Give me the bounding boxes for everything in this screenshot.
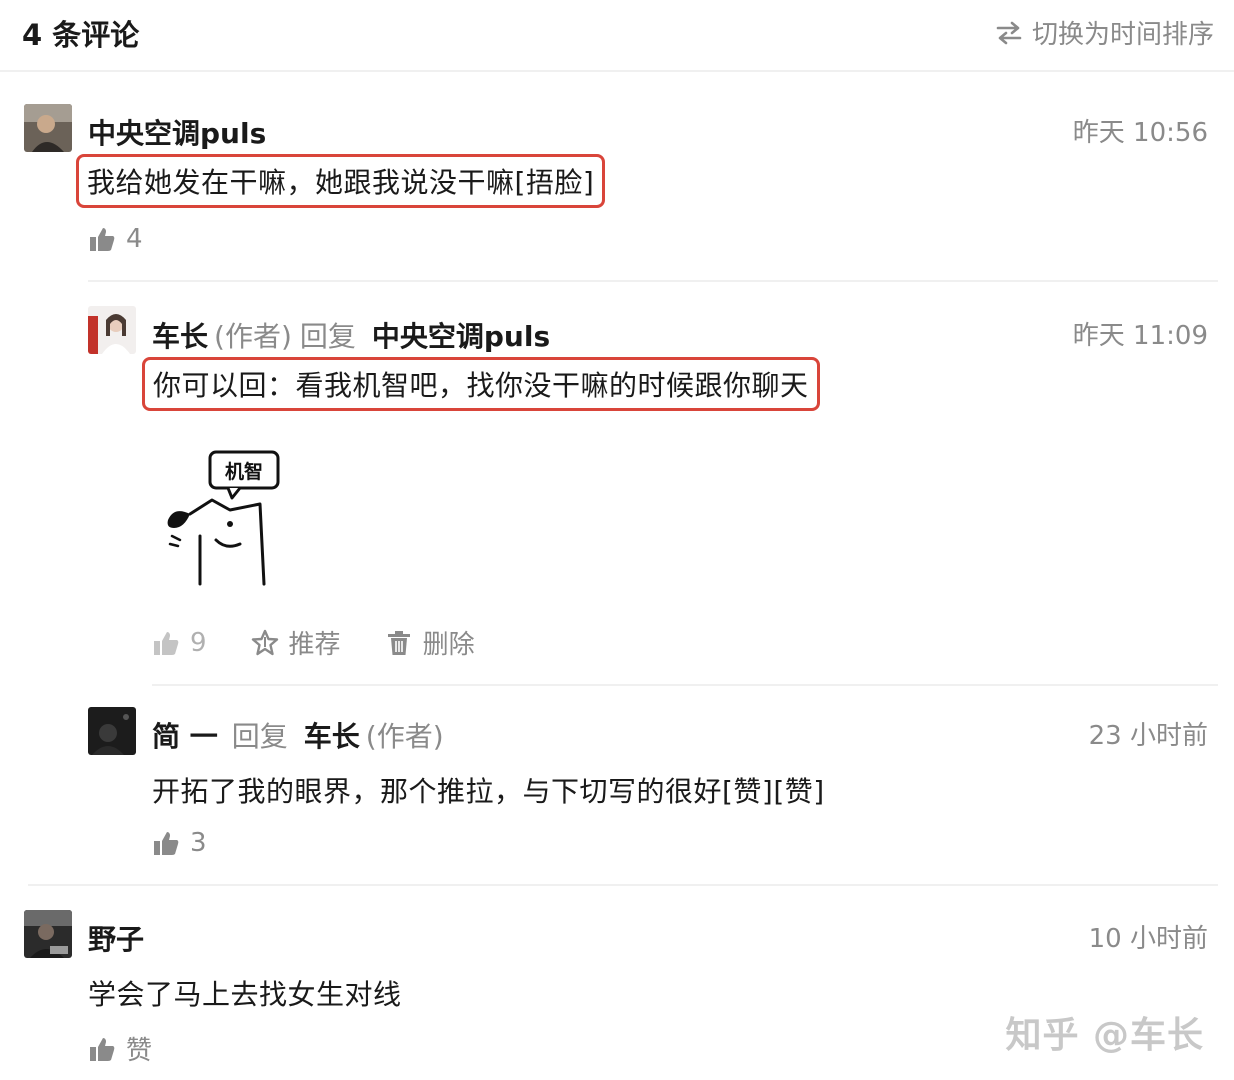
sort-toggle-label: 切换为时间排序	[1031, 20, 1214, 50]
like-label: 赞	[126, 1036, 153, 1066]
comments-header: 4 条评论 切换为时间排序	[0, 0, 1234, 72]
author-name[interactable]: 野子	[88, 918, 144, 958]
divider	[28, 884, 1218, 886]
avatar[interactable]	[88, 306, 136, 354]
like-count: 9	[190, 627, 207, 658]
recommend-button[interactable]: 推荐	[251, 624, 341, 661]
thumbs-up-icon	[154, 631, 179, 655]
thumbs-up-icon	[90, 228, 115, 251]
comment-count-title: 4 条评论	[22, 18, 140, 52]
author-name[interactable]: 简 一	[152, 715, 218, 755]
comment-time: 23 小时前	[1088, 721, 1208, 751]
comment-text: 我给她发在干嘛，她跟我说没干嘛[捂脸]	[76, 154, 606, 208]
like-count: 3	[190, 828, 207, 858]
reply-target-name[interactable]: 车长	[304, 715, 360, 755]
thumbs-up-icon	[154, 832, 179, 855]
comment-time: 10 小时前	[1088, 924, 1208, 954]
reply-target-tag: (作者)	[365, 720, 444, 753]
sticker-image: 机智	[160, 448, 290, 590]
divider	[88, 280, 1218, 282]
like-button[interactable]: 9	[152, 628, 207, 658]
avatar[interactable]	[24, 910, 72, 958]
like-button[interactable]: 赞	[88, 1030, 152, 1067]
recommend-label: 推荐	[288, 630, 341, 660]
reply-label: 回复	[231, 720, 288, 753]
avatar[interactable]	[88, 707, 136, 755]
reply-target-name[interactable]: 中央空调puls	[372, 315, 550, 355]
comment-actions: 4	[88, 224, 187, 254]
sticker-caption: 机智	[225, 460, 263, 483]
like-button[interactable]: 3	[152, 828, 207, 858]
like-count: 4	[126, 224, 143, 254]
author-name[interactable]: 中央空调puls	[88, 112, 266, 152]
sort-toggle-button[interactable]: 切换为时间排序	[994, 14, 1214, 51]
comment-author-line: 野子	[88, 918, 144, 958]
thumbs-up-icon	[90, 1037, 115, 1061]
author-tag: (作者)	[214, 320, 292, 353]
like-button[interactable]: 4	[88, 224, 143, 254]
comment-author-line: 车长 (作者) 回复 中央空调puls	[152, 315, 550, 355]
author-name[interactable]: 车长	[152, 315, 208, 355]
comment-text: 学会了马上去找女生对线	[88, 978, 402, 1011]
comment-author-line: 中央空调puls	[88, 112, 266, 152]
delete-label: 删除	[422, 630, 475, 660]
comment-text: 开拓了我的眼界，那个推拉，与下切写的很好[赞][赞]	[152, 775, 825, 808]
comment-time: 昨天 10:56	[1072, 118, 1208, 148]
divider	[152, 684, 1218, 686]
reply-label: 回复	[299, 320, 356, 353]
comment-author-line: 简 一 回复 车长 (作者)	[152, 715, 444, 755]
comment-text: 你可以回：看我机智吧，找你没干嘛的时候跟你聊天	[142, 357, 820, 411]
delete-button[interactable]: 删除	[385, 624, 475, 661]
trash-icon	[387, 630, 410, 655]
avatar[interactable]	[24, 104, 72, 152]
comment-actions: 3	[152, 828, 251, 858]
comment-time: 昨天 11:09	[1072, 321, 1208, 351]
comment-actions: 9 推荐 删除	[152, 624, 519, 661]
swap-arrows-icon	[996, 21, 1022, 44]
watermark: 知乎 @车长	[1005, 1015, 1204, 1056]
comment-actions: 赞	[88, 1030, 196, 1067]
star-icon	[251, 629, 278, 655]
